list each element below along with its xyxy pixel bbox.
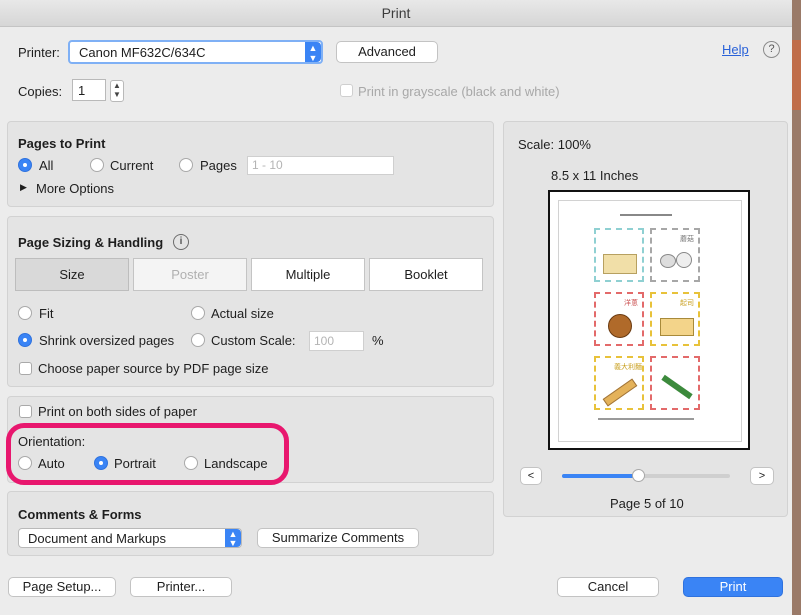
grayscale-label: Print in grayscale (black and white) [358,84,560,99]
tab-booklet[interactable]: Booklet [369,258,483,291]
pasta-tile-label: 義大利麵 [614,364,642,371]
page-slider-fill [562,474,638,478]
select-arrows-icon: ▲ ▼ [305,42,321,63]
printer-label: Printer: [18,45,60,60]
background-window-edge [792,40,801,110]
egg-carton-icon [603,254,637,274]
page-setup-button[interactable]: Page Setup... [8,577,116,597]
copies-input[interactable]: 1 [72,79,106,101]
percent-label: % [372,333,384,348]
pasta-icon [602,378,638,407]
disclosure-triangle-icon[interactable]: ▶ [20,182,27,193]
mushroom-icon [676,252,692,268]
printer-button[interactable]: Printer... [130,577,232,597]
fit-label: Fit [39,306,54,321]
grayscale-checkbox[interactable] [340,84,353,97]
page-indicator: Page 5 of 10 [610,496,684,511]
advanced-button[interactable]: Advanced [336,41,438,63]
page-slider-knob[interactable] [631,469,645,482]
mushroom-tile-label: 蘑菇 [680,236,694,243]
previous-page-button[interactable]: < [520,467,542,485]
more-options-label[interactable]: More Options [36,181,114,196]
print-button[interactable]: Print [683,577,783,597]
sizing-heading: Page Sizing & Handling [18,235,164,250]
onion-icon [608,314,632,338]
custom-scale-input[interactable]: 100 [309,331,364,351]
paper-source-label: Choose paper source by PDF page size [38,361,269,376]
cancel-button[interactable]: Cancel [557,577,659,597]
onion-tile-label: 洋蔥 [624,300,638,307]
page-preview: 蘑菇 洋蔥 起司 義大利麵 [548,190,750,450]
pages-all-label: All [39,158,54,173]
preview-footer-line [598,418,694,420]
cheese-tile: 起司 [650,292,700,346]
print-dialog: Print Printer: Canon MF632C/634C ▲ ▼ Adva… [0,0,792,615]
printer-value: Canon MF632C/634C [79,45,206,60]
next-page-button[interactable]: > [750,467,774,485]
help-link[interactable]: Help [722,42,749,57]
pages-range-label: Pages [200,158,237,173]
paper-source-checkbox[interactable] [19,362,32,375]
custom-scale-label: Custom Scale: [211,333,296,348]
page-slider[interactable] [562,469,730,482]
copies-label: Copies: [18,84,63,99]
mushroom-icon [660,254,676,268]
pages-range-input[interactable]: 1 - 10 [247,156,394,175]
cheese-icon [660,318,694,336]
egg-carton-tile [594,228,644,282]
duplex-checkbox[interactable] [19,405,32,418]
summarize-comments-button[interactable]: Summarize Comments [257,528,419,548]
window-title: Print [0,0,792,27]
select-arrows-icon: ▲ ▼ [225,529,241,548]
mushroom-tile: 蘑菇 [650,228,700,282]
info-icon[interactable]: i [173,234,189,250]
pages-range-radio[interactable] [179,158,193,172]
leek-icon [661,374,693,400]
tab-poster[interactable]: Poster [133,258,247,291]
tab-multiple[interactable]: Multiple [251,258,365,291]
cheese-tile-label: 起司 [680,300,694,307]
pages-heading: Pages to Print [18,136,106,151]
actual-size-label: Actual size [211,306,274,321]
shrink-label: Shrink oversized pages [39,333,175,348]
comments-select[interactable]: Document and Markups ▲ ▼ [18,528,242,548]
duplex-label: Print on both sides of paper [38,404,197,419]
tab-size[interactable]: Size [15,258,129,291]
pasta-tile: 義大利麵 [594,356,644,410]
actual-size-radio[interactable] [191,306,205,320]
highlight-annotation [6,423,289,485]
shrink-radio[interactable] [18,333,32,347]
comments-value: Document and Markups [28,531,167,546]
paper-size-label: 8.5 x 11 Inches [551,168,639,183]
leek-tile [650,356,700,410]
printer-select[interactable]: Canon MF632C/634C ▲ ▼ [68,40,323,64]
scale-label: Scale: 100% [518,137,591,152]
onion-tile: 洋蔥 [594,292,644,346]
copies-stepper[interactable]: ▲ ▼ [110,80,124,102]
custom-scale-radio[interactable] [191,333,205,347]
help-icon[interactable]: ? [763,41,780,58]
fit-radio[interactable] [18,306,32,320]
pages-current-radio[interactable] [90,158,104,172]
preview-heading-line [620,214,672,216]
pages-all-radio[interactable] [18,158,32,172]
comments-heading: Comments & Forms [18,507,142,522]
pages-current-label: Current [110,158,154,173]
